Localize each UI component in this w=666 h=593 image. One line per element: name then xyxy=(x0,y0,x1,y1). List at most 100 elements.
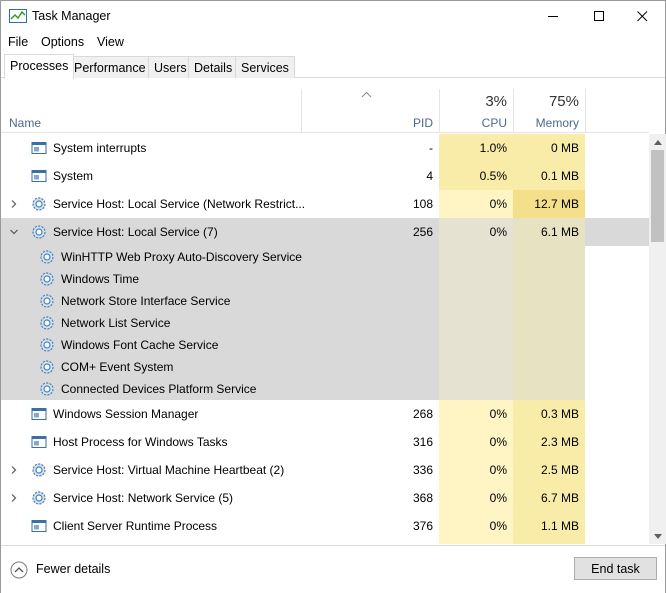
process-memory: 1.1 MB xyxy=(513,512,585,540)
process-row[interactable]: Host Process for Windows Tasks 316 0% 2.3 M… xyxy=(1,428,649,456)
service-name-cell: COM+ Event System xyxy=(1,356,301,378)
column-name-label: Name xyxy=(9,116,42,130)
process-cpu: 0% xyxy=(439,484,513,512)
service-trailing-blank xyxy=(585,356,649,378)
scrollbar-thumb[interactable] xyxy=(651,150,664,242)
service-gear-icon xyxy=(40,360,54,374)
process-name-cell: Service Host: Local Service (7) xyxy=(1,218,301,246)
process-cpu: 0.5% xyxy=(439,162,513,190)
process-memory: 2.3 MB xyxy=(513,428,585,456)
maximize-button[interactable] xyxy=(576,1,622,31)
process-memory: 0 MB xyxy=(513,134,585,162)
tab-services[interactable]: Services xyxy=(235,56,295,78)
expand-chevron-icon[interactable] xyxy=(9,465,19,475)
service-row[interactable]: Network List Service xyxy=(1,312,649,334)
process-name-cell: Service Host: Network Service (5) xyxy=(1,484,301,512)
process-memory: 6.7 MB xyxy=(513,484,585,512)
scroll-up-arrow-icon xyxy=(653,139,662,145)
process-memory: 0.1 MB xyxy=(513,162,585,190)
column-pid-label: PID xyxy=(412,116,433,130)
window-icon xyxy=(31,142,47,154)
service-row[interactable]: Windows Time xyxy=(1,268,649,290)
service-row[interactable]: WinHTTP Web Proxy Auto-Discovery Service xyxy=(1,246,649,268)
tab-details[interactable]: Details xyxy=(188,56,239,78)
process-name-cell: Service Host: Local Service (Network Res… xyxy=(1,190,305,218)
end-task-button[interactable]: End task xyxy=(574,557,657,580)
process-row[interactable]: Service Host: Virtual Machine Heartbeat … xyxy=(1,456,649,484)
process-row[interactable]: Service Host: Network Service (5) 368 0% 6.… xyxy=(1,484,649,512)
tab-performance[interactable]: Performance xyxy=(68,56,152,78)
table-header: Name PID 3% CPU 75% Memory xyxy=(1,89,649,133)
close-button[interactable] xyxy=(619,1,665,31)
window-icon xyxy=(31,436,47,448)
process-cpu: 0% xyxy=(439,190,513,218)
process-pid: 316 xyxy=(412,435,433,449)
service-gear-icon xyxy=(40,382,54,396)
service-gear-icon xyxy=(40,338,54,352)
memory-total-percent: 75% xyxy=(548,93,579,110)
service-memory-blank xyxy=(513,312,585,334)
column-divider[interactable] xyxy=(585,89,586,133)
service-cpu-blank xyxy=(439,378,513,400)
service-row[interactable]: Windows Font Cache Service xyxy=(1,334,649,356)
process-name: Windows Session Manager xyxy=(53,407,199,421)
process-name-cell: Host Process for Windows Tasks xyxy=(1,428,301,456)
service-cpu-blank xyxy=(439,290,513,312)
expand-chevron-icon[interactable] xyxy=(9,493,19,503)
service-memory-blank xyxy=(513,334,585,356)
scroll-up-button[interactable] xyxy=(649,134,666,150)
menu-view[interactable]: View xyxy=(97,35,124,49)
process-name-cell: Client Server Runtime Process xyxy=(1,512,301,540)
menu-options[interactable]: Options xyxy=(41,35,84,49)
service-pid-blank xyxy=(301,378,439,400)
window-icon xyxy=(31,520,47,532)
service-trailing-blank xyxy=(585,290,649,312)
process-name-cell: System interrupts xyxy=(1,134,301,162)
process-row[interactable]: Windows Session Manager 268 0% 0.3 MB xyxy=(1,400,649,428)
column-header-pid[interactable]: PID xyxy=(301,89,439,133)
column-header-name[interactable]: Name xyxy=(1,89,372,133)
tab-processes[interactable]: Processes xyxy=(4,54,75,79)
title-bar[interactable]: Task Manager xyxy=(1,1,665,31)
process-row[interactable]: Client Server Runtime Process 376 0% 1.1 MB xyxy=(1,512,649,540)
scroll-down-button[interactable] xyxy=(649,528,666,544)
service-gear-icon xyxy=(40,250,54,264)
column-header-cpu[interactable]: 3% CPU xyxy=(439,89,513,133)
gear-icon xyxy=(32,225,46,239)
service-row[interactable]: Network Store Interface Service xyxy=(1,290,649,312)
service-cpu-blank xyxy=(439,246,513,268)
collapse-chevron-icon[interactable] xyxy=(9,227,19,237)
service-row[interactable]: Connected Devices Platform Service xyxy=(1,378,649,400)
process-row[interactable]: System interrupts -1.0% 0 MB xyxy=(1,134,649,162)
service-gear-icon xyxy=(40,272,54,286)
service-row[interactable]: COM+ Event System xyxy=(1,356,649,378)
maximize-icon xyxy=(593,10,604,21)
column-header-memory[interactable]: 75% Memory xyxy=(513,89,585,133)
menu-bar: File Options View xyxy=(1,32,665,52)
service-pid-blank xyxy=(301,356,439,378)
process-row[interactable]: System 4 0.5% 0.1 MB xyxy=(1,162,649,190)
process-row[interactable]: Service Host: Local Service (Network Res… xyxy=(1,190,649,218)
tab-users[interactable]: Users xyxy=(148,56,193,78)
service-name-cell: Network Store Interface Service xyxy=(1,290,301,312)
collapse-details-icon[interactable] xyxy=(10,561,28,579)
tab-strip: Processes Performance Users Details Serv… xyxy=(1,54,665,79)
process-pid: 4 xyxy=(426,169,433,183)
fewer-details-link[interactable]: Fewer details xyxy=(36,562,110,576)
menu-file[interactable]: File xyxy=(8,35,28,49)
column-cpu-label: CPU xyxy=(481,116,507,130)
window-icon xyxy=(31,170,47,182)
minimize-button[interactable] xyxy=(530,1,576,31)
process-memory: 6.1 MB xyxy=(513,218,585,246)
service-name: Network List Service xyxy=(61,316,171,330)
service-name: Windows Time xyxy=(61,272,140,286)
service-gear-icon xyxy=(40,294,54,308)
task-manager-window: Task Manager File Options View Processes… xyxy=(0,0,666,593)
process-name: Service Host: Local Service (Network Res… xyxy=(53,197,306,211)
process-name-cell: Service Host: Virtual Machine Heartbeat … xyxy=(1,456,301,484)
expand-chevron-icon[interactable] xyxy=(9,199,19,209)
task-manager-app-icon xyxy=(9,9,27,23)
process-row[interactable]: Service Host: Local Service (7) 256 0% 6.1 … xyxy=(1,218,649,246)
service-pid-blank xyxy=(301,334,439,356)
process-pid: - xyxy=(429,141,433,155)
